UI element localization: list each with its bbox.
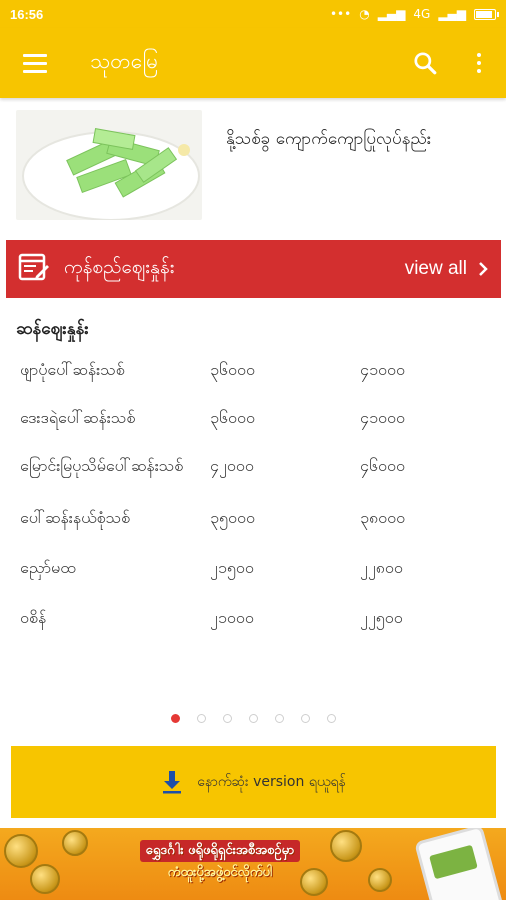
price-value: ၃၆၀၀၀ bbox=[210, 408, 255, 427]
status-bar: 16:56 ••• ◔ ▂▄▆ 4G ▂▄▆ bbox=[0, 0, 506, 28]
page-dot[interactable] bbox=[196, 714, 206, 723]
article-title: နို့သစ်ခွ ကျောက်ကျောပြုလုပ်နည်း bbox=[226, 129, 432, 149]
page-dot[interactable] bbox=[326, 714, 336, 723]
signal2-icon: ▂▄▆ bbox=[438, 7, 466, 21]
price-row: ဝစိန် ၂၁၀၀၀ ၂၂၅၀၀ bbox=[20, 604, 490, 632]
phone-graphic bbox=[414, 828, 504, 900]
ad-text: ရွှေဒင်္ဂါး ဖရိုဖရိုရှင်းအစီအစဉ်မှာ ကံထူ… bbox=[100, 840, 340, 884]
download-latest-button[interactable]: နောက်ဆုံး version ရယူရန် bbox=[11, 746, 496, 818]
price-item-name: မြောင်းမြပုသိမ်ပေါ်ဆန်းသစ် bbox=[20, 456, 184, 475]
app-title: သုတမြေ bbox=[90, 48, 159, 73]
list-edit-icon bbox=[18, 252, 50, 286]
price-section-heading: ဆန်ဈေးနှုန်း bbox=[16, 319, 89, 339]
download-icon bbox=[163, 771, 182, 794]
page-indicator bbox=[0, 714, 506, 723]
ad-banner[interactable]: ရွှေဒင်္ဂါး ဖရိုဖရိုရှင်းအစီအစဉ်မှာ ကံထူ… bbox=[0, 828, 506, 900]
price-value: ၄၂၀၀၀ bbox=[210, 456, 254, 475]
app-bar: သုတမြေ bbox=[0, 28, 506, 98]
page-dot[interactable] bbox=[300, 714, 310, 723]
network-type: 4G bbox=[413, 7, 431, 21]
price-row: ဒေးဒရဲပေါ်ဆန်းသစ် ၃၆၀၀၀ ၄၁၀၀၀ bbox=[20, 404, 490, 432]
battery-icon bbox=[474, 8, 499, 20]
price-value: ၄၆၀၀၀ bbox=[360, 456, 405, 475]
price-value: ၃၅၀၀၀ bbox=[210, 508, 255, 527]
page-dot[interactable] bbox=[222, 714, 232, 723]
view-all-button[interactable]: view all bbox=[405, 258, 489, 280]
price-value: ၂၁၀၀၀ bbox=[210, 608, 254, 627]
download-label: နောက်ဆုံး version ရယူရန် bbox=[197, 773, 346, 790]
menu-icon[interactable] bbox=[0, 28, 70, 98]
price-value: ၄၁၀၀၀ bbox=[360, 408, 405, 427]
ad-line2: ကံထူးပို့အဖွဲ့ဝင်လိုက်ပါ bbox=[167, 865, 273, 880]
price-item-name: ဝစိန် bbox=[20, 608, 47, 627]
price-value: ၂၁၅၀၀ bbox=[210, 558, 254, 577]
price-item-name: ဒေးဒရဲပေါ်ဆန်းသစ် bbox=[20, 408, 136, 427]
price-banner[interactable]: ကုန်စည်ဈေးနှုန်း view all bbox=[6, 240, 501, 298]
article-card[interactable]: နို့သစ်ခွ ကျောက်ကျောပြုလုပ်နည်း bbox=[0, 106, 506, 224]
price-banner-title: ကုန်စည်ဈေးနှုန်း bbox=[64, 256, 175, 278]
price-row: မြောင်းမြပုသိမ်ပေါ်ဆန်းသစ် ၄၂၀၀၀ ၄၆၀၀၀ bbox=[20, 452, 490, 480]
price-value: ၃၈၀၀၀ bbox=[360, 508, 406, 527]
more-vert-icon[interactable] bbox=[452, 36, 506, 90]
status-time: 16:56 bbox=[10, 6, 44, 22]
view-all-label: view all bbox=[404, 258, 467, 279]
search-icon[interactable] bbox=[398, 36, 452, 90]
chevron-right-icon bbox=[479, 262, 488, 276]
price-value: ၂၂၈၀၀ bbox=[360, 558, 403, 577]
dots-icon: ••• bbox=[329, 7, 352, 21]
price-value: ၂၂၅၀၀ bbox=[360, 608, 403, 627]
price-row: ဖျာပုံပေါ်ဆန်းသစ် ၃၆၀၀၀ ၄၁၀၀၀ bbox=[20, 356, 490, 384]
ad-line1: ရွှေဒင်္ဂါး ဖရိုဖရိုရှင်းအစီအစဉ်မှာ bbox=[139, 840, 301, 862]
price-item-name: ပေါ်ဆန်းနယ်စုံသစ် bbox=[20, 508, 131, 527]
status-icons: ••• ◔ ▂▄▆ 4G ▂▄▆ bbox=[329, 7, 499, 21]
article-thumbnail bbox=[16, 110, 202, 220]
price-row: ပေါ်ဆန်းနယ်စုံသစ် ၃၅၀၀၀ ၃၈၀၀၀ bbox=[20, 504, 490, 532]
price-item-name: ဖျာပုံပေါ်ဆန်းသစ် bbox=[20, 360, 125, 379]
wifi-icon: ◔ bbox=[359, 7, 370, 21]
price-value: ၄၁၀၀၀ bbox=[360, 360, 405, 379]
signal-icon: ▂▄▆ bbox=[377, 7, 406, 21]
page-dot[interactable] bbox=[274, 714, 284, 723]
page-dot[interactable] bbox=[248, 714, 258, 723]
price-item-name: ညှော်မထ bbox=[20, 558, 76, 577]
price-table: ဖျာပုံပေါ်ဆန်းသစ် ၃၆၀၀၀ ၄၁၀၀၀ ဒေးဒရဲပေါ်ဆန်… bbox=[20, 356, 490, 632]
price-row: ညှော်မထ ၂၁၅၀၀ ၂၂၈၀၀ bbox=[20, 554, 490, 582]
page-dot[interactable] bbox=[170, 714, 180, 723]
price-value: ၃၆၀၀၀ bbox=[210, 360, 255, 379]
